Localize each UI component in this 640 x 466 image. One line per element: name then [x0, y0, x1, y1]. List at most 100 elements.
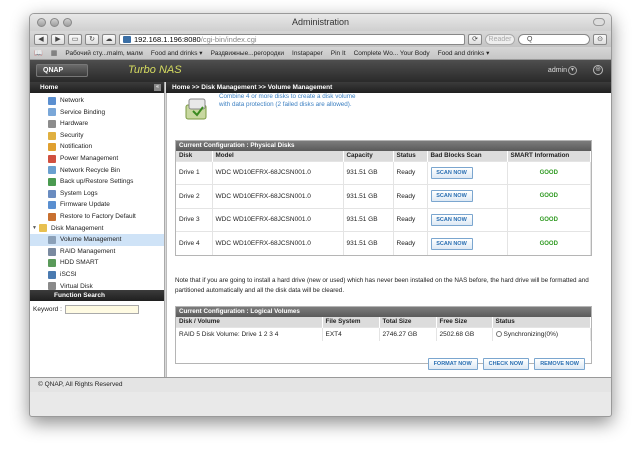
- sidebar-item[interactable]: Restore to Factory Default: [30, 211, 164, 223]
- search-field[interactable]: Q: [518, 33, 590, 45]
- bookmark-item[interactable]: Рабочий сту...malm, малм: [65, 50, 143, 57]
- sidebar-toggle-icon[interactable]: ▭: [68, 33, 82, 45]
- disk-scan-cell: SCAN NOW: [427, 160, 508, 185]
- sidebar-item-label: System Logs: [60, 189, 98, 197]
- close-window-button[interactable]: [37, 18, 46, 27]
- cloud-icon[interactable]: ☁: [102, 33, 116, 45]
- keyword-label: Keyword :: [33, 306, 62, 313]
- scan-now-button[interactable]: SCAN NOW: [430, 237, 473, 250]
- sidebar-item[interactable]: Back up/Restore Settings: [30, 176, 164, 188]
- reader-button[interactable]: Reader: [485, 33, 515, 45]
- user-name[interactable]: admin: [548, 67, 567, 74]
- download-icon[interactable]: ⊙: [593, 33, 607, 45]
- format-now-button[interactable]: FORMAT NOW: [427, 358, 478, 370]
- sidebar-header: Home «: [30, 82, 164, 93]
- col-free-size: Free Size: [436, 317, 493, 327]
- sidebar-subitem[interactable]: RAID Management: [30, 246, 164, 258]
- volume-actions: FORMAT NOW CHECK NOW REMOVE NOW: [427, 358, 585, 370]
- address-bar[interactable]: 192.168.1.196:8080/cgi-bin/index.cgi: [119, 33, 465, 45]
- qnap-logo[interactable]: QNAP: [36, 64, 88, 77]
- sidebar-subitem-label: HDD SMART: [60, 259, 99, 267]
- check-now-button[interactable]: CHECK NOW: [482, 358, 530, 370]
- scan-now-button[interactable]: SCAN NOW: [430, 213, 473, 226]
- sidebar-item[interactable]: System Logs: [30, 188, 164, 200]
- keyword-input[interactable]: [64, 305, 139, 314]
- bookmark-item[interactable]: Food and drinks ▾: [438, 49, 490, 57]
- window-titlebar: Administration: [30, 14, 611, 31]
- refresh-page-button[interactable]: ⟳: [468, 33, 482, 45]
- bookmark-item[interactable]: Food and drinks ▾: [151, 49, 203, 57]
- site-favicon-icon: [123, 35, 131, 43]
- sidebar-group-disk-management[interactable]: ▼ Disk Management: [30, 223, 164, 235]
- url-path: /cgi-bin/index.cgi: [200, 34, 257, 44]
- raid-disk-icon: [185, 98, 207, 120]
- sidebar-title: Home: [40, 84, 59, 91]
- folder-icon: [39, 224, 47, 233]
- volume-free: 2502.68 GB: [436, 326, 493, 341]
- product-name: Turbo NAS: [128, 64, 182, 76]
- sidebar-item[interactable]: Firmware Update: [30, 199, 164, 211]
- minimize-window-button[interactable]: [50, 18, 59, 27]
- language-globe-icon[interactable]: ⊕: [593, 65, 603, 75]
- sidebar-item[interactable]: Power Management: [30, 153, 164, 165]
- forward-button[interactable]: ▶: [51, 33, 65, 45]
- disk-name: Drive 2: [176, 184, 213, 208]
- bookmark-item[interactable]: Pin It: [331, 50, 346, 57]
- user-menu-icon[interactable]: ▼: [568, 66, 577, 75]
- disk-capacity: 931.51 GB: [343, 207, 394, 232]
- sidebar-item[interactable]: Network Recycle Bin: [30, 165, 164, 177]
- scan-now-button[interactable]: SCAN NOW: [430, 166, 473, 179]
- remove-now-button[interactable]: REMOVE NOW: [534, 358, 585, 370]
- sidebar-subitem[interactable]: Volume Management: [30, 234, 164, 246]
- sidebar-item-icon: [48, 212, 56, 221]
- col-total-size: Total Size: [379, 317, 437, 327]
- app-header: QNAP Turbo NAS admin ▼ ⊕: [30, 60, 611, 82]
- reload-button[interactable]: ↻: [85, 33, 99, 45]
- bookmark-item[interactable]: Instapaper: [292, 50, 323, 57]
- expand-arrow-icon[interactable]: ▼: [32, 223, 37, 235]
- disk-row[interactable]: Drive 1 WDC WD10EFRX-68JCSN001.0 931.51 GB…: [176, 160, 591, 185]
- back-button[interactable]: ◀: [34, 33, 48, 45]
- col-disk-volume: Disk / Volume: [176, 317, 323, 327]
- volume-row[interactable]: RAID 5 Disk Volume: Drive 1 2 3 4 EXT4 2…: [176, 326, 591, 341]
- sidebar-item-icon: [48, 154, 56, 163]
- browser-window: Administration ◀ ▶ ▭ ↻ ☁ 192.168.1.196:8…: [29, 13, 612, 417]
- sidebar-subitem[interactable]: iSCSI: [30, 269, 164, 281]
- sidebar-subitem[interactable]: HDD SMART: [30, 257, 164, 269]
- sidebar-item-icon: [48, 166, 56, 175]
- volume-status: Synchronizing(0%): [492, 326, 591, 341]
- main-panel: Home >> Disk Management >> Volume Manage…: [166, 82, 611, 377]
- disk-capacity: 931.51 GB: [343, 184, 394, 208]
- sidebar-item-icon: [48, 177, 56, 186]
- window-controls: [37, 18, 72, 27]
- sidebar-subitem-icon: [48, 235, 56, 244]
- sidebar-item-icon: [48, 108, 56, 117]
- sidebar-item-label: Service Binding: [60, 108, 106, 116]
- bookmarks-book-icon[interactable]: 📖: [34, 49, 43, 57]
- disk-row[interactable]: Drive 2 WDC WD10EFRX-68JCSN001.0 931.51 GB…: [176, 184, 591, 208]
- bookmarks-grid-icon[interactable]: ▦: [51, 49, 58, 57]
- disk-row[interactable]: Drive 3 WDC WD10EFRX-68JCSN001.0 931.51 GB…: [176, 207, 591, 232]
- disk-scan-cell: SCAN NOW: [427, 231, 508, 255]
- disk-status: Ready: [393, 160, 428, 185]
- col-capacity: Capacity: [343, 151, 394, 161]
- sidebar-item[interactable]: Notification: [30, 141, 164, 153]
- bookmark-item[interactable]: Раздвижные...регородки: [211, 50, 284, 57]
- sidebar-subitem-icon: [48, 247, 56, 256]
- scan-now-button[interactable]: SCAN NOW: [430, 190, 473, 203]
- disk-row[interactable]: Drive 4 WDC WD10EFRX-68JCSN001.0 931.51 GB…: [176, 231, 591, 255]
- sidebar-item[interactable]: Hardware: [30, 118, 164, 130]
- disk-scan-cell: SCAN NOW: [427, 207, 508, 232]
- sidebar-item[interactable]: Security: [30, 130, 164, 142]
- sidebar-subitem[interactable]: Virtual Disk: [30, 281, 164, 290]
- sidebar-item-icon: [48, 131, 56, 140]
- zoom-window-button[interactable]: [63, 18, 72, 27]
- collapse-sidebar-icon[interactable]: «: [154, 84, 161, 91]
- disk-status: Ready: [393, 207, 428, 232]
- bookmark-item[interactable]: Complete Wo... Your Body: [354, 50, 430, 57]
- sidebar-item-icon: [48, 189, 56, 198]
- fullscreen-button[interactable]: [593, 18, 605, 26]
- smart-status: GOOD: [507, 231, 591, 255]
- sidebar-item[interactable]: Network: [30, 95, 164, 107]
- sidebar-item[interactable]: Service Binding: [30, 107, 164, 119]
